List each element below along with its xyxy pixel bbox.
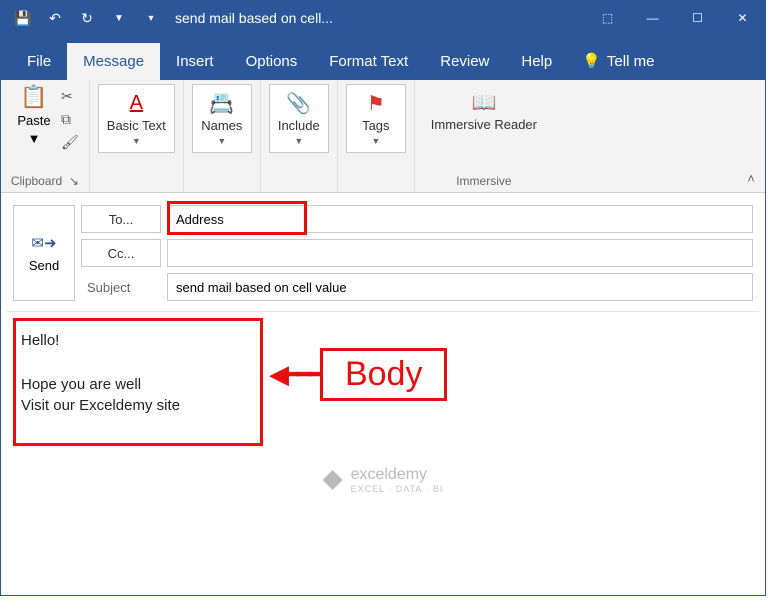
clipboard-group-label: Clipboard ↘ <box>11 172 79 190</box>
tell-me[interactable]: 💡 Tell me <box>568 42 668 80</box>
watermark-name: exceldemy <box>351 466 427 483</box>
ribbon-tabs: File Message Insert Options Format Text … <box>1 35 765 80</box>
tab-help[interactable]: Help <box>505 43 568 80</box>
message-body[interactable]: Hello! Hope you are well Visit our Excel… <box>7 312 759 542</box>
address-book-icon: 📇 <box>209 91 234 115</box>
body-line-2: Hope you are well <box>21 374 261 396</box>
tell-me-label: Tell me <box>607 53 655 70</box>
tab-options[interactable]: Options <box>230 43 314 80</box>
ribbon: 📋 Paste ▼ ✂ ⧉ 🖌 Clipboard ↘ A Basic <box>1 80 765 193</box>
group-tags: ⚑ Tags ▼ <box>338 80 415 192</box>
include-button[interactable]: 📎 Include ▼ <box>269 84 329 153</box>
to-field[interactable]: Address <box>167 205 753 233</box>
group-immersive: 📖 Immersive Reader Immersive <box>415 80 553 192</box>
font-icon: A <box>130 91 143 115</box>
clipboard-icon: 📋 <box>20 84 47 110</box>
annotation-body-text: Body <box>320 348 448 401</box>
qat-menu-icon[interactable]: ▾ <box>137 4 165 32</box>
annotation-body-label: ◀━━━ Body <box>269 348 447 401</box>
paste-label: Paste <box>17 113 50 128</box>
cc-button[interactable]: Cc... <box>81 239 161 267</box>
ribbon-display-icon[interactable]: ⬚ <box>585 1 630 35</box>
save-icon[interactable]: 💾 <box>9 4 37 32</box>
cc-field[interactable] <box>167 239 753 267</box>
collapse-ribbon-icon[interactable]: ˄ <box>737 80 765 192</box>
quick-access-toolbar: 💾 ↶ ↻ ▼ ▾ <box>1 4 165 32</box>
close-icon[interactable]: ✕ <box>720 1 765 35</box>
chevron-down-icon: ▼ <box>28 131 41 146</box>
paste-button[interactable]: 📋 Paste ▼ ✂ ⧉ 🖌 <box>9 84 81 155</box>
book-speaker-icon: 📖 <box>471 90 496 114</box>
watermark-logo-icon <box>323 470 343 490</box>
group-include: 📎 Include ▼ <box>261 80 338 192</box>
group-basic-text: A Basic Text ▼ <box>90 80 184 192</box>
send-label: Send <box>29 258 59 273</box>
names-label: Names <box>201 118 242 133</box>
chevron-down-icon: ▼ <box>132 136 141 146</box>
watermark-sub: EXCEL · DATA · BI <box>351 484 444 494</box>
subject-value: send mail based on cell value <box>176 280 347 295</box>
names-button[interactable]: 📇 Names ▼ <box>192 84 252 153</box>
basic-text-label: Basic Text <box>107 118 166 133</box>
immersive-reader-button[interactable]: 📖 Immersive Reader <box>423 84 545 138</box>
body-line-1: Hello! <box>21 330 261 352</box>
group-clipboard: 📋 Paste ▼ ✂ ⧉ 🖌 Clipboard ↘ <box>1 80 90 192</box>
titlebar: 💾 ↶ ↻ ▼ ▾ send mail based on cell... ⬚ —… <box>1 1 765 35</box>
minimize-icon[interactable]: — <box>630 1 675 35</box>
to-value: Address <box>176 212 224 227</box>
tab-review[interactable]: Review <box>424 43 505 80</box>
tab-insert[interactable]: Insert <box>160 43 230 80</box>
format-painter-icon[interactable]: 🖌 <box>61 134 79 151</box>
arrow-left-icon: ◀━━━ <box>269 359 320 390</box>
immersive-group-label: Immersive <box>456 172 511 190</box>
undo-icon[interactable]: ↶ <box>41 4 69 32</box>
tab-file[interactable]: File <box>11 43 67 80</box>
include-label: Include <box>278 118 320 133</box>
maximize-icon[interactable]: ☐ <box>675 1 720 35</box>
compose-area: ✉➜ Send To... Address Cc... Subject send… <box>1 193 765 548</box>
paperclip-icon: 📎 <box>286 91 311 115</box>
subject-field[interactable]: send mail based on cell value <box>167 273 753 301</box>
body-line-3: Visit our Exceldemy site <box>21 395 261 417</box>
tags-label: Tags <box>362 118 389 133</box>
chevron-down-icon: ▼ <box>217 136 226 146</box>
group-names: 📇 Names ▼ <box>184 80 261 192</box>
redo-icon[interactable]: ↻ <box>73 4 101 32</box>
copy-icon[interactable]: ⧉ <box>61 111 79 128</box>
send-button[interactable]: ✉➜ Send <box>13 205 75 301</box>
envelope-send-icon: ✉➜ <box>31 234 56 252</box>
lightbulb-icon: 💡 <box>582 52 601 70</box>
tags-button[interactable]: ⚑ Tags ▼ <box>346 84 406 153</box>
flag-icon: ⚑ <box>367 91 385 115</box>
subject-label: Subject <box>81 280 161 295</box>
chevron-down-icon: ▼ <box>371 136 380 146</box>
body-text: Hello! Hope you are well Visit our Excel… <box>21 330 261 417</box>
outlook-window: 💾 ↶ ↻ ▼ ▾ send mail based on cell... ⬚ —… <box>0 0 766 596</box>
watermark: exceldemy EXCEL · DATA · BI <box>323 466 444 494</box>
tab-format-text[interactable]: Format Text <box>313 43 424 80</box>
to-button[interactable]: To... <box>81 205 161 233</box>
immersive-reader-label: Immersive Reader <box>431 117 537 132</box>
chevron-down-icon: ▼ <box>294 136 303 146</box>
basic-text-button[interactable]: A Basic Text ▼ <box>98 84 175 153</box>
chevron-down-icon[interactable]: ▼ <box>105 4 133 32</box>
window-title: send mail based on cell... <box>165 10 585 26</box>
cut-icon[interactable]: ✂ <box>61 88 79 105</box>
tab-message[interactable]: Message <box>67 43 160 80</box>
basic-text-group-label <box>135 172 138 190</box>
